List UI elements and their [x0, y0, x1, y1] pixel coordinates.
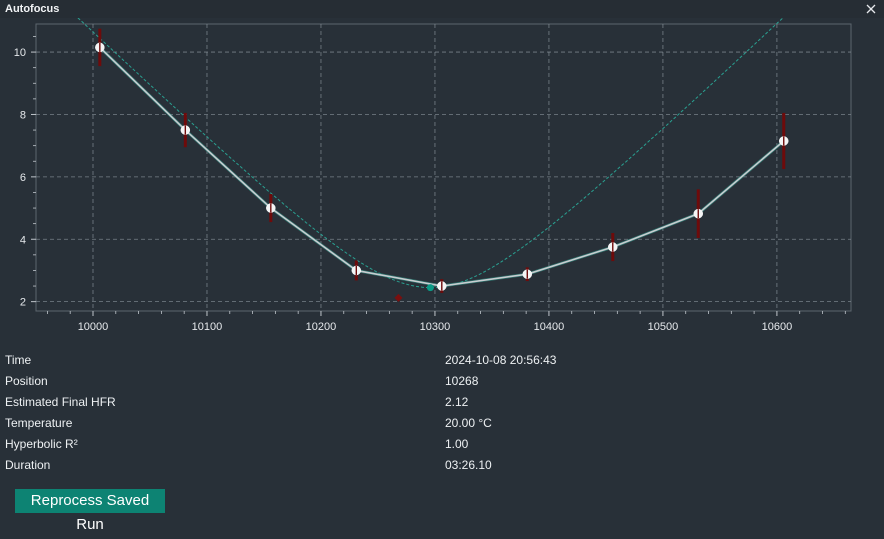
info-label: Temperature [5, 416, 73, 430]
y-tick-label: 8 [20, 109, 26, 121]
x-tick-label: 10300 [420, 321, 451, 333]
autofocus-plot: 10000 10100 10200 10300 10400 10500 10600 2 4 6 8 1… [14, 11, 852, 333]
info-label: Estimated Final HFR [5, 395, 116, 409]
info-row-duration: Duration 03:26.10 [0, 455, 884, 476]
trend-line [98, 46, 785, 288]
x-tick-label: 10400 [534, 321, 565, 333]
hyperbolic-fit-curve [69, 11, 792, 289]
info-row-estimated-final-hfr: Estimated Final HFR 2.12 [0, 392, 884, 413]
close-button[interactable] [858, 0, 884, 18]
x-tick-label: 10000 [78, 321, 109, 333]
x-tick-label: 10600 [762, 321, 793, 333]
info-label: Time [5, 353, 32, 367]
measurement-line [99, 46, 785, 287]
window-title: Autofocus [5, 3, 60, 15]
info-label: Position [5, 374, 48, 388]
trend-intersection-marker [394, 293, 403, 302]
x-tick-label: 10100 [192, 321, 223, 333]
info-label: Duration [5, 458, 51, 472]
info-row-time: Time 2024-10-08 20:56:43 [0, 350, 884, 371]
y-tick-label: 2 [20, 297, 26, 309]
x-tick-label: 10200 [306, 321, 337, 333]
y-tick-label: 10 [14, 47, 26, 59]
info-row-position: Position 10268 [0, 371, 884, 392]
plot-frame [35, 23, 852, 312]
y-tick-label: 6 [20, 172, 26, 184]
info-row-hyperbolic-r2: Hyperbolic R² 1.00 [0, 434, 884, 455]
final-focus-point [426, 284, 434, 292]
close-icon [866, 4, 876, 14]
info-value: 2024-10-08 20:56:43 [445, 353, 557, 367]
info-row-temperature: Temperature 20.00 °C [0, 413, 884, 434]
info-value: 20.00 °C [445, 416, 492, 430]
y-tick-label: 4 [20, 234, 26, 246]
info-value: 10268 [445, 374, 479, 388]
info-value: 1.00 [445, 437, 469, 451]
reprocess-saved-run-button[interactable]: Reprocess Saved Run [15, 489, 165, 533]
info-value: 2.12 [445, 395, 469, 409]
x-tick-label: 10500 [648, 321, 679, 333]
info-value: 03:26.10 [445, 458, 492, 472]
info-label: Hyperbolic R² [5, 437, 78, 451]
autofocus-chart: 10000 10100 10200 10300 10400 10500 10600 2 4 6 8 1… [0, 11, 884, 348]
title-bar: Autofocus [0, 0, 884, 18]
